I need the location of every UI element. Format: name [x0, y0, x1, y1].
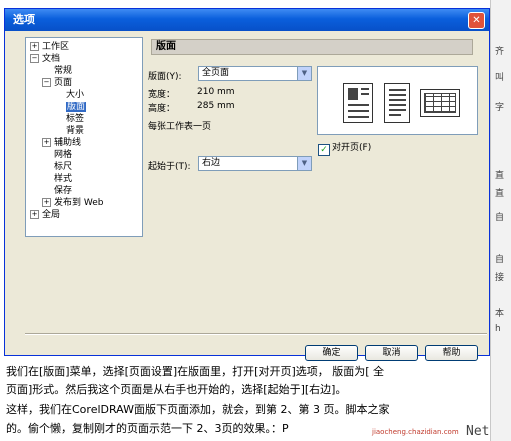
width-value: 210 mm [197, 87, 235, 97]
article-line-3: 这样，我们在CorelDRAW面版下页面添加，就会，到第 2、第 3 页。脚本之… [6, 403, 390, 416]
start-on-label: 起始于(T): [148, 162, 191, 172]
table-page-icon [420, 89, 460, 117]
tree-item-grid[interactable]: 网格 [54, 150, 72, 161]
tree-item-label: 发布到 Web [54, 198, 104, 208]
checkmark-icon[interactable]: ✓ [318, 144, 330, 156]
tree-item-label-page[interactable]: 标签 [66, 114, 84, 125]
tree-item-label: 标尺 [54, 162, 73, 172]
strip-text: 直 [495, 189, 505, 199]
tree-item-label: 背景 [66, 126, 85, 136]
tree-item-label: 全局 [42, 210, 61, 220]
newspaper-page-icon [343, 83, 373, 123]
tree-item-background[interactable]: 背景 [66, 126, 84, 137]
tree-item-general[interactable]: 常规 [54, 66, 72, 77]
layout-label: 版面(Y): [148, 72, 182, 82]
options-tree: + 工作区 − 文档 常规 − 页面 大小 版面 标签 背景 + 辅助线 网格 标尺 [25, 37, 143, 237]
button-separator [25, 333, 487, 335]
tree-item-page[interactable]: − 页面 [42, 78, 72, 89]
dialog-titlebar: 选项 ✕ [5, 9, 489, 31]
tree-item-styles[interactable]: 样式 [54, 174, 72, 185]
ok-button[interactable]: 确定 [305, 345, 358, 361]
cancel-button[interactable]: 取消 [365, 345, 418, 361]
panel-header: 版面 [151, 39, 473, 55]
start-on-select-value: 右边 [202, 158, 221, 168]
tree-item-layout[interactable]: 版面 [66, 102, 87, 113]
tree-item-label: 文档 [42, 54, 61, 64]
per-sheet-text: 每张工作表一页 [148, 122, 212, 132]
dialog-title: 选项 [13, 13, 35, 26]
options-dialog: 选项 ✕ + 工作区 − 文档 常规 − 页面 大小 版面 标签 背景 + 辅助线 [4, 8, 490, 361]
expand-icon[interactable]: + [30, 210, 39, 219]
tree-item-label: 网格 [54, 150, 73, 160]
article-line-1: 我们在[版面]菜单，选择[页面设置]在版面里，打开[对开页]选项， 版面为[ 全 [6, 365, 385, 378]
expand-icon[interactable]: + [42, 198, 51, 207]
tree-item-rulers[interactable]: 标尺 [54, 162, 72, 173]
height-label: 高度： [148, 104, 176, 114]
chevron-down-icon[interactable]: ▼ [297, 157, 311, 170]
width-label: 宽度： [148, 90, 176, 100]
tree-item-label: 常规 [54, 66, 73, 76]
strip-text: 字 [495, 103, 505, 113]
close-icon: ✕ [472, 15, 481, 26]
tree-item-label: 标签 [66, 114, 85, 124]
strip-text: 直 [495, 171, 505, 181]
tree-item-guidelines[interactable]: + 辅助线 [42, 138, 81, 149]
collapse-icon[interactable]: − [30, 54, 39, 63]
tree-item-label: 工作区 [42, 42, 70, 52]
tree-item-label: 样式 [54, 174, 73, 184]
tree-item-workspace[interactable]: + 工作区 [30, 42, 69, 53]
layout-select-value: 全页面 [202, 68, 230, 78]
strip-text: 叫 [495, 73, 505, 83]
tree-item-save[interactable]: 保存 [54, 186, 72, 197]
watermark-text: jiaocheng.chazidian.com [372, 428, 459, 436]
tree-item-size[interactable]: 大小 [66, 90, 84, 101]
facing-pages-label: 对开页(F) [332, 143, 372, 153]
facing-pages-checkbox[interactable]: ✓ 对开页(F) [318, 140, 371, 156]
tree-item-label: 版面 [66, 102, 87, 112]
layout-select[interactable]: 全页面 ▼ [198, 66, 312, 81]
strip-text: 接 [495, 273, 505, 283]
text-page-icon [384, 83, 410, 123]
article-line-2: 页面]形式。然后我这个页面是从右手也开始的，选择[起始于][右边]。 [6, 383, 347, 396]
strip-text: 自 [495, 255, 505, 265]
tree-item-label: 保存 [54, 186, 73, 196]
collapse-icon[interactable]: − [42, 78, 51, 87]
start-on-select[interactable]: 右边 ▼ [198, 156, 312, 171]
chevron-down-icon[interactable]: ▼ [297, 67, 311, 80]
tree-item-label: 辅助线 [54, 138, 82, 148]
layout-preview [317, 66, 478, 135]
expand-icon[interactable]: + [30, 42, 39, 51]
tree-item-label: 大小 [66, 90, 85, 100]
tree-item-global[interactable]: + 全局 [30, 210, 60, 221]
tree-item-publish-web[interactable]: + 发布到 Web [42, 198, 103, 209]
strip-text: 自 [495, 213, 505, 223]
net-text: Net [466, 424, 490, 439]
tree-item-document[interactable]: − 文档 [30, 54, 60, 65]
expand-icon[interactable]: + [42, 138, 51, 147]
strip-text: 本 [495, 309, 505, 319]
strip-text: h [495, 324, 501, 334]
close-button[interactable]: ✕ [468, 12, 485, 29]
height-value: 285 mm [197, 101, 235, 111]
tree-item-label: 页面 [54, 78, 73, 88]
strip-text: 齐 [495, 47, 505, 57]
help-button[interactable]: 帮助 [425, 345, 478, 361]
